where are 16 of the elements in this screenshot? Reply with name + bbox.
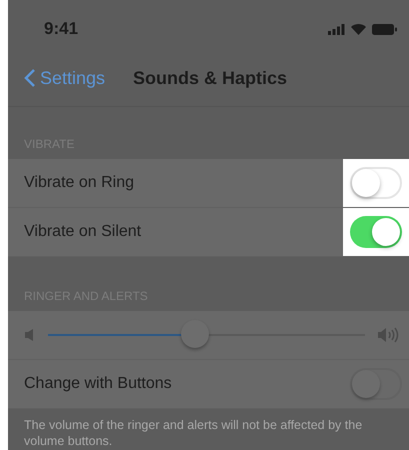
toggle-switch[interactable] xyxy=(350,368,402,400)
volume-slider[interactable] xyxy=(48,320,365,350)
signal-icon xyxy=(328,24,345,34)
back-button[interactable]: Settings xyxy=(24,68,106,88)
chevron-left-icon xyxy=(24,68,36,88)
row-label: Vibrate on Ring xyxy=(23,174,135,192)
wifi-icon xyxy=(351,24,366,34)
toggle-switch[interactable] xyxy=(350,216,402,248)
row-label: Change with Buttons xyxy=(23,375,173,393)
status-time: 9:41 xyxy=(44,19,78,39)
row-label: Vibrate on Silent xyxy=(23,223,142,241)
speaker-quiet-icon xyxy=(24,328,36,342)
battery-icon xyxy=(372,24,397,34)
speaker-loud-icon xyxy=(377,326,401,344)
section-footer: The volume of the ringer and alerts will not be affected by the volume buttons. xyxy=(8,409,409,449)
page-title: Sounds & Haptics xyxy=(133,68,288,88)
